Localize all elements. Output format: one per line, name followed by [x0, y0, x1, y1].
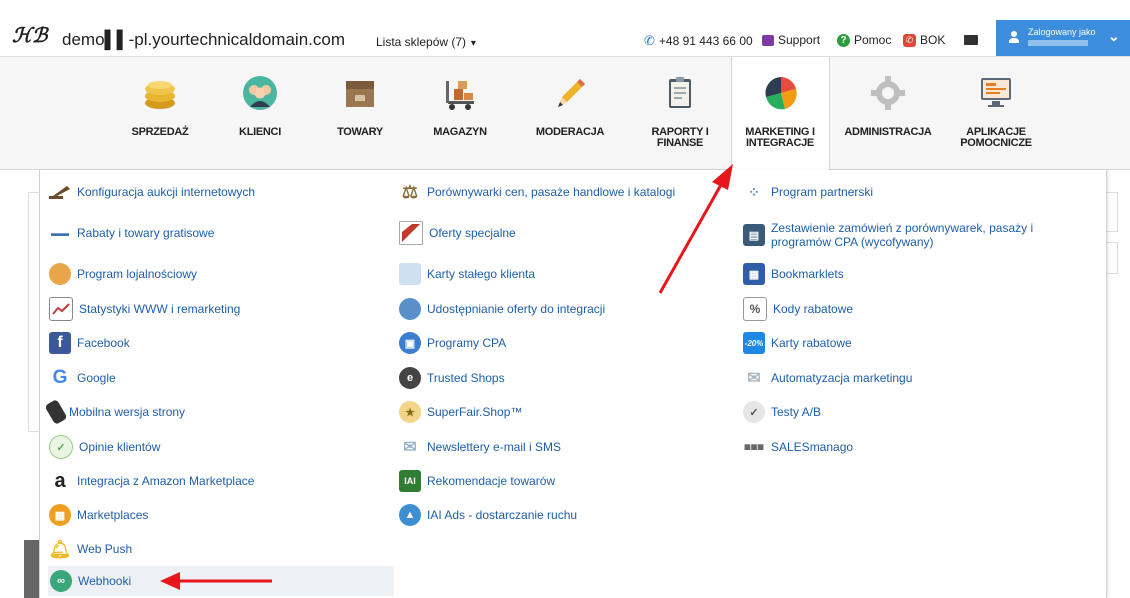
arrow-to-marketing-tab — [658, 182, 724, 294]
annotation-arrows — [160, 164, 733, 590]
arrowhead-icon — [160, 572, 180, 590]
arrowhead-icon — [712, 164, 733, 190]
